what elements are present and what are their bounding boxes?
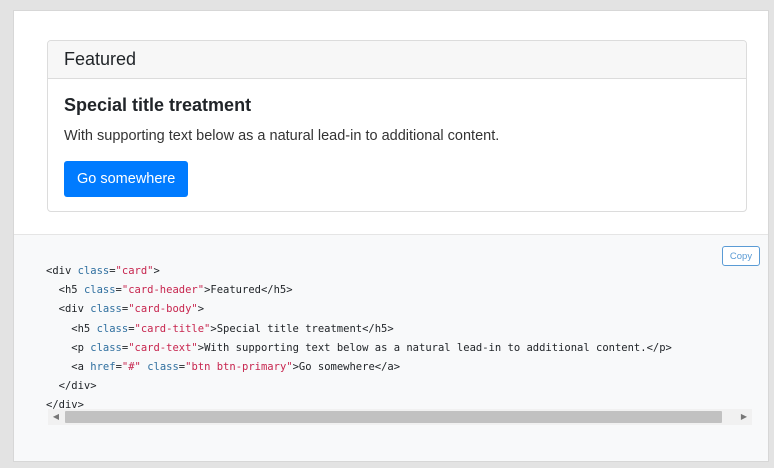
card-title: Special title treatment	[64, 95, 252, 115]
code-line: <h5 class="card-header">Featured</h5>	[46, 284, 293, 297]
code-line: <a href="#" class="btn btn-primary">Go s…	[46, 361, 401, 374]
card: Featured Special title treatment With su…	[47, 40, 747, 212]
code-line: <h5 class="card-title">Special title tre…	[46, 322, 394, 335]
card-header: Featured	[48, 41, 746, 79]
card-text: With supporting text below as a natural …	[64, 128, 500, 144]
example-preview: Featured Special title treatment With su…	[14, 11, 768, 234]
scroll-left-arrow-icon[interactable]: ◀	[48, 409, 64, 425]
code-line: <div class="card-body">	[46, 303, 205, 316]
code-line: </div>	[46, 380, 97, 393]
code-line: <div class="card">	[46, 265, 160, 277]
scroll-right-arrow-icon[interactable]: ▶	[736, 409, 752, 425]
code-line: <p class="card-text">With supporting tex…	[46, 341, 672, 354]
horizontal-scrollbar[interactable]: ◀ ▶	[48, 409, 752, 425]
code-block: Copy <div class="card"> <h5 class="card-…	[14, 234, 768, 461]
card-body: Special title treatment With supporting …	[48, 79, 746, 211]
docs-example-frame: Featured Special title treatment With su…	[13, 10, 769, 462]
code-snippet: <div class="card"> <h5 class="card-heade…	[46, 262, 748, 416]
scrollbar-thumb[interactable]	[65, 411, 722, 423]
go-somewhere-button[interactable]: Go somewhere	[64, 161, 189, 197]
